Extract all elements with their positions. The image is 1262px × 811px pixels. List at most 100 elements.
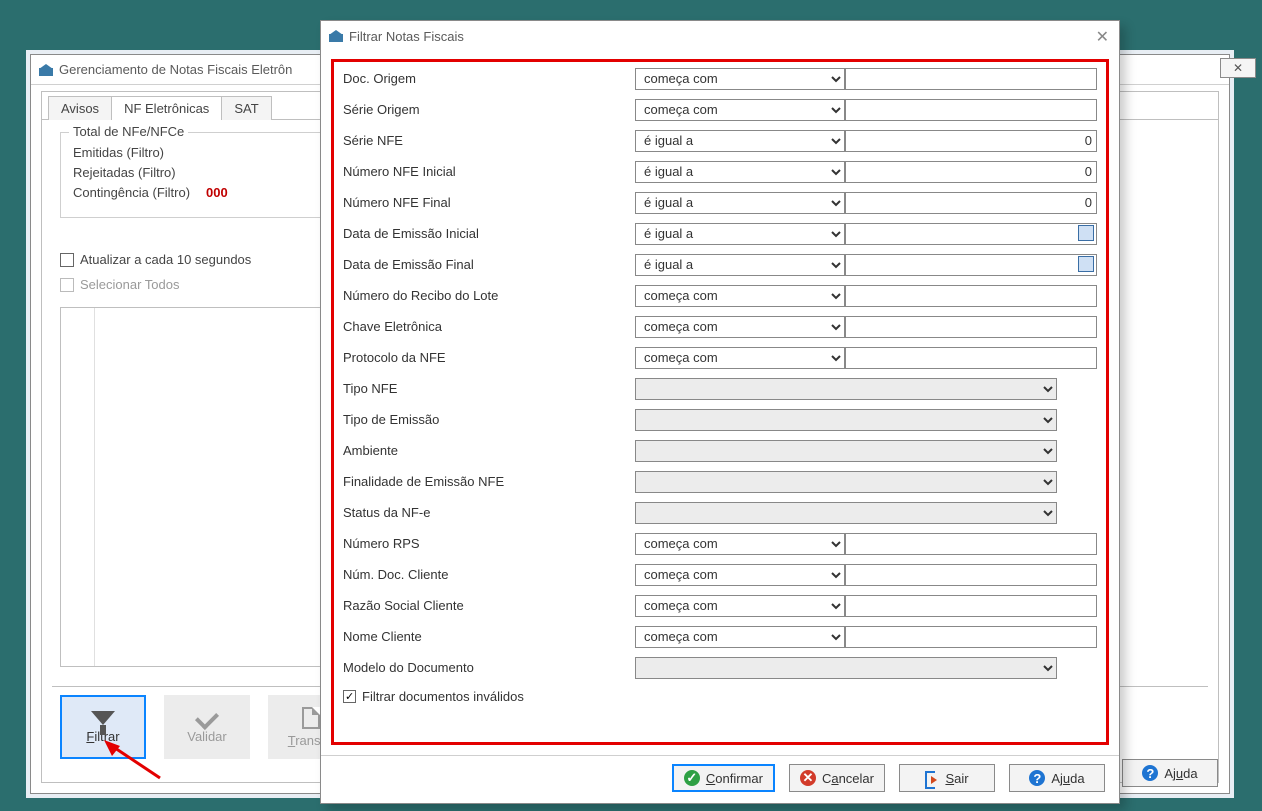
filter-row-9: Protocolo da NFEcomeça com xyxy=(335,342,1105,373)
close-icon[interactable]: ✕ xyxy=(1096,27,1109,47)
tab-nf-eletronicas[interactable]: NF Eletrônicas xyxy=(111,96,222,120)
empty-list-area xyxy=(60,307,330,667)
filter-label: Finalidade de Emissão NFE xyxy=(335,474,635,489)
filter-combo[interactable] xyxy=(635,440,1057,462)
filtrar-button[interactable]: Filtrar xyxy=(60,695,146,759)
filter-combo[interactable] xyxy=(635,409,1057,431)
checkbox-select-all-label: Selecionar Todos xyxy=(80,277,180,292)
tab-avisos[interactable]: Avisos xyxy=(48,96,112,120)
document-icon xyxy=(302,707,320,729)
checkbox-filter-invalid[interactable]: Filtrar documentos inválidos xyxy=(335,683,1105,710)
filter-value-input[interactable] xyxy=(845,223,1097,245)
line-contingencia-value: 000 xyxy=(206,183,228,203)
filter-label: Tipo de Emissão xyxy=(335,412,635,427)
filter-operator[interactable]: é igual a xyxy=(635,130,845,152)
exit-button[interactable]: Sair xyxy=(899,764,995,792)
filter-operator[interactable]: começa com xyxy=(635,99,845,121)
filter-operator[interactable]: começa com xyxy=(635,595,845,617)
filter-operator[interactable]: começa com xyxy=(635,285,845,307)
filter-label: Série NFE xyxy=(335,133,635,148)
filter-row-12: Ambiente xyxy=(335,435,1105,466)
filter-operator[interactable]: começa com xyxy=(635,564,845,586)
checkbox-autorefresh[interactable]: Atualizar a cada 10 segundos xyxy=(60,252,251,267)
calendar-icon[interactable] xyxy=(1078,256,1094,272)
filter-label: Ambiente xyxy=(335,443,635,458)
filter-value-input[interactable] xyxy=(845,316,1097,338)
filter-row-6: Data de Emissão Finalé igual a xyxy=(335,249,1105,280)
filter-label: Número RPS xyxy=(335,536,635,551)
filter-operator[interactable]: é igual a xyxy=(635,161,845,183)
filter-value-input[interactable] xyxy=(845,99,1097,121)
filter-label: Data de Emissão Final xyxy=(335,257,635,272)
help-button[interactable]: ? Ajuda xyxy=(1009,764,1105,792)
filter-value-input[interactable] xyxy=(845,347,1097,369)
filter-operator[interactable]: começa com xyxy=(635,347,845,369)
filtrar-label: iltrar xyxy=(94,729,119,744)
filter-value-input[interactable] xyxy=(845,626,1097,648)
filter-row-2: Série NFEé igual a xyxy=(335,125,1105,156)
filter-value-input[interactable] xyxy=(845,130,1097,152)
filter-operator[interactable]: é igual a xyxy=(635,254,845,276)
help-icon: ? xyxy=(1029,770,1045,786)
check-icon xyxy=(195,705,219,729)
checkbox-select-all: Selecionar Todos xyxy=(60,277,251,292)
line-emitidas: Emitidas (Filtro) xyxy=(73,143,317,163)
checkbox-icon xyxy=(343,690,356,703)
filter-value-input[interactable] xyxy=(845,285,1097,307)
modal-button-bar: ✓ Confirmar ✕ Cancelar Sair ? Ajuda xyxy=(321,755,1119,795)
filter-label: Modelo do Documento xyxy=(335,660,635,675)
filter-operator[interactable]: começa com xyxy=(635,68,845,90)
filter-value-input[interactable] xyxy=(845,595,1097,617)
filter-value-input[interactable] xyxy=(845,68,1097,90)
checkbox-icon xyxy=(60,278,74,292)
filter-value-input[interactable] xyxy=(845,254,1097,276)
filter-row-7: Número do Recibo do Lotecomeça com xyxy=(335,280,1105,311)
filter-label: Status da NF-e xyxy=(335,505,635,520)
checkbox-icon xyxy=(60,253,74,267)
filter-label: Número do Recibo do Lote xyxy=(335,288,635,303)
filter-label: Tipo NFE xyxy=(335,381,635,396)
group-title: Total de NFe/NFCe xyxy=(69,124,188,139)
filter-value-input[interactable] xyxy=(845,192,1097,214)
filter-combo[interactable] xyxy=(635,657,1057,679)
confirm-button[interactable]: ✓ Confirmar xyxy=(672,764,775,792)
filter-combo[interactable] xyxy=(635,378,1057,400)
tab-sat[interactable]: SAT xyxy=(221,96,271,120)
checkbox-autorefresh-label: Atualizar a cada 10 segundos xyxy=(80,252,251,267)
validar-label: Validar xyxy=(187,729,227,744)
filter-operator[interactable]: começa com xyxy=(635,626,845,648)
filter-dialog: Filtrar Notas Fiscais ✕ Doc. Origemcomeç… xyxy=(320,20,1120,804)
filter-label: Doc. Origem xyxy=(335,71,635,86)
filter-row-18: Nome Clientecomeça com xyxy=(335,621,1105,652)
main-window-title: Gerenciamento de Notas Fiscais Eletrôn xyxy=(59,55,292,85)
modal-titlebar: Filtrar Notas Fiscais ✕ xyxy=(321,21,1119,51)
filter-value-input[interactable] xyxy=(845,564,1097,586)
filter-row-5: Data de Emissão Inicialé igual a xyxy=(335,218,1105,249)
filter-row-0: Doc. Origemcomeça com xyxy=(335,63,1105,94)
filter-operator[interactable]: é igual a xyxy=(635,223,845,245)
close-window-button[interactable]: ✕ xyxy=(1220,58,1256,78)
filter-row-3: Número NFE Inicialé igual a xyxy=(335,156,1105,187)
filter-operator[interactable]: é igual a xyxy=(635,192,845,214)
cancel-button[interactable]: ✕ Cancelar xyxy=(789,764,885,792)
bg-button-ajuda[interactable]: ? Ajuda xyxy=(1122,759,1218,787)
filter-label: Protocolo da NFE xyxy=(335,350,635,365)
checkbox-filter-invalid-label: Filtrar documentos inválidos xyxy=(362,689,524,704)
filter-row-19: Modelo do Documento xyxy=(335,652,1105,683)
filter-row-4: Número NFE Finalé igual a xyxy=(335,187,1105,218)
line-rejeitadas: Rejeitadas (Filtro) xyxy=(73,163,317,183)
filter-value-input[interactable] xyxy=(845,161,1097,183)
funnel-icon xyxy=(91,711,115,725)
filter-row-15: Número RPScomeça com xyxy=(335,528,1105,559)
filter-combo[interactable] xyxy=(635,471,1057,493)
filter-body: Doc. Origemcomeça comSérie Origemcomeça … xyxy=(331,59,1109,745)
modal-title-text: Filtrar Notas Fiscais xyxy=(349,29,464,44)
filter-row-1: Série Origemcomeça com xyxy=(335,94,1105,125)
filter-operator[interactable]: começa com xyxy=(635,316,845,338)
filter-combo[interactable] xyxy=(635,502,1057,524)
calendar-icon[interactable] xyxy=(1078,225,1094,241)
line-contingencia-label: Contingência (Filtro) xyxy=(73,183,190,203)
filter-operator[interactable]: começa com xyxy=(635,533,845,555)
filter-value-input[interactable] xyxy=(845,533,1097,555)
app-icon xyxy=(329,30,343,42)
